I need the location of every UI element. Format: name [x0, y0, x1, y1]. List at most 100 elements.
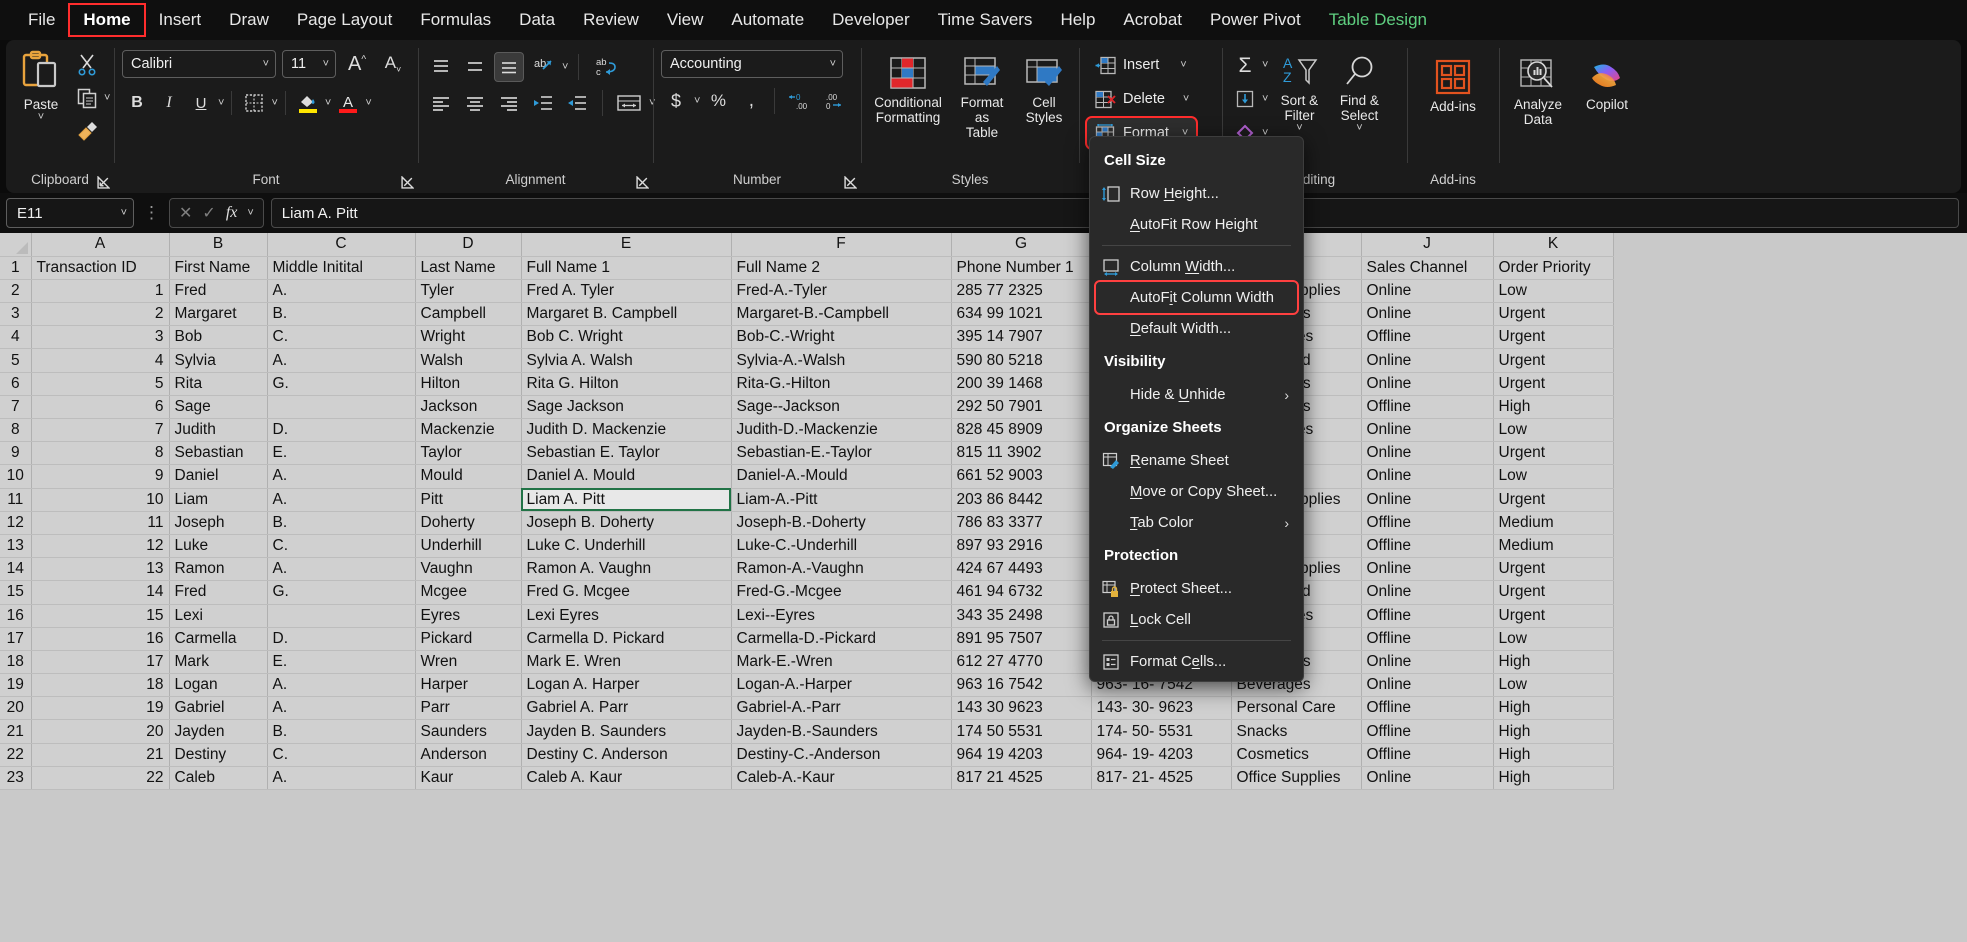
borders-chevron-down-icon[interactable]: ˅ — [271, 98, 277, 109]
cell-K23[interactable]: High — [1493, 766, 1613, 789]
column-header-B[interactable]: B — [169, 233, 267, 256]
italic-button[interactable]: I — [154, 88, 184, 118]
cell-G21[interactable]: 174 50 5531 — [951, 720, 1091, 743]
cell-B8[interactable]: Judith — [169, 419, 267, 442]
paste-chevron-down-icon[interactable]: ˅ — [38, 112, 44, 123]
find-select-chevron-down-icon[interactable]: ˅ — [1356, 123, 1362, 134]
font-color-chevron-down-icon[interactable]: ˅ — [365, 98, 371, 109]
menu-item-default-width[interactable]: Default Width... — [1090, 313, 1303, 344]
alignment-dialog-launcher-icon[interactable] — [636, 176, 649, 189]
cell-E17[interactable]: Carmella D. Pickard — [521, 627, 731, 650]
number-format-combobox[interactable]: Accounting ˅ — [661, 50, 843, 78]
cell-A7[interactable]: 6 — [31, 395, 169, 418]
cell-D11[interactable]: Pitt — [415, 488, 521, 511]
cell-B10[interactable]: Daniel — [169, 465, 267, 488]
cell-C3[interactable]: B. — [267, 303, 415, 326]
cell-B16[interactable]: Lexi — [169, 604, 267, 627]
cell-J9[interactable]: Online — [1361, 442, 1493, 465]
cell-D4[interactable]: Wright — [415, 326, 521, 349]
cell-J17[interactable]: Offline — [1361, 627, 1493, 650]
ribbon-tab-automate[interactable]: Automate — [717, 4, 818, 36]
find-and-select-button[interactable]: Find & Select ˅ — [1330, 50, 1388, 138]
cell-B11[interactable]: Liam — [169, 488, 267, 511]
cell-J10[interactable]: Online — [1361, 465, 1493, 488]
cell-B22[interactable]: Destiny — [169, 743, 267, 766]
cell-F23[interactable]: Caleb-A.-Kaur — [731, 766, 951, 789]
row-header-8[interactable]: 8 — [0, 419, 31, 442]
row-header-19[interactable]: 19 — [0, 674, 31, 697]
cell-A22[interactable]: 21 — [31, 743, 169, 766]
row-header-10[interactable]: 10 — [0, 465, 31, 488]
cell-A11[interactable]: 10 — [31, 488, 169, 511]
accounting-format-button[interactable]: $ — [661, 86, 691, 116]
align-center-button[interactable] — [460, 88, 490, 118]
cell-K20[interactable]: High — [1493, 697, 1613, 720]
cell-A10[interactable]: 9 — [31, 465, 169, 488]
cell-E11[interactable]: Liam A. Pitt — [521, 488, 731, 511]
cell-C8[interactable]: D. — [267, 419, 415, 442]
wrap-text-button[interactable]: ab c — [589, 52, 623, 82]
cell-B15[interactable]: Fred — [169, 581, 267, 604]
cell-B13[interactable]: Luke — [169, 534, 267, 557]
cell-E12[interactable]: Joseph B. Doherty — [521, 511, 731, 534]
cell-A13[interactable]: 12 — [31, 534, 169, 557]
name-box[interactable]: E11 ˅ — [6, 198, 134, 228]
cell-H23[interactable]: 817- 21- 4525 — [1091, 766, 1231, 789]
cell-K22[interactable]: High — [1493, 743, 1613, 766]
cell-A16[interactable]: 15 — [31, 604, 169, 627]
font-name-combobox[interactable]: Calibri ˅ — [122, 50, 276, 78]
cell-A3[interactable]: 2 — [31, 303, 169, 326]
row-header-23[interactable]: 23 — [0, 766, 31, 789]
cell-C9[interactable]: E. — [267, 442, 415, 465]
cell-K8[interactable]: Low — [1493, 419, 1613, 442]
column-header-J[interactable]: J — [1361, 233, 1493, 256]
delete-chevron-down-icon[interactable]: ˅ — [1183, 94, 1189, 105]
cell-F9[interactable]: Sebastian-E.-Taylor — [731, 442, 951, 465]
ribbon-tab-formulas[interactable]: Formulas — [406, 4, 505, 36]
cell-D21[interactable]: Saunders — [415, 720, 521, 743]
cell-G7[interactable]: 292 50 7901 — [951, 395, 1091, 418]
enter-icon[interactable]: ✓ — [202, 203, 215, 223]
cell-K13[interactable]: Medium — [1493, 534, 1613, 557]
menu-item-format-cells[interactable]: Format Cells... — [1090, 646, 1303, 677]
cell-E16[interactable]: Lexi Eyres — [521, 604, 731, 627]
cell-A8[interactable]: 7 — [31, 419, 169, 442]
cell-D7[interactable]: Jackson — [415, 395, 521, 418]
cell-B14[interactable]: Ramon — [169, 558, 267, 581]
cell-D9[interactable]: Taylor — [415, 442, 521, 465]
clipboard-dialog-launcher-icon[interactable] — [97, 176, 110, 189]
cell-G1[interactable]: Phone Number 1 — [951, 256, 1091, 279]
row-header-20[interactable]: 20 — [0, 697, 31, 720]
cell-K14[interactable]: Urgent — [1493, 558, 1613, 581]
cell-F19[interactable]: Logan-A.-Harper — [731, 674, 951, 697]
menu-item-rename-sheet[interactable]: Rename Sheet — [1090, 445, 1303, 476]
cell-K16[interactable]: Urgent — [1493, 604, 1613, 627]
cell-G23[interactable]: 817 21 4525 — [951, 766, 1091, 789]
cell-J6[interactable]: Online — [1361, 372, 1493, 395]
cell-E15[interactable]: Fred G. Mcgee — [521, 581, 731, 604]
cell-H21[interactable]: 174- 50- 5531 — [1091, 720, 1231, 743]
format-painter-button[interactable] — [72, 116, 102, 146]
cell-E4[interactable]: Bob C. Wright — [521, 326, 731, 349]
row-header-1[interactable]: 1 — [0, 256, 31, 279]
cell-G2[interactable]: 285 77 2325 — [951, 279, 1091, 302]
sort-and-filter-button[interactable]: A Z Sort & Filter ˅ — [1270, 50, 1328, 138]
cell-E5[interactable]: Sylvia A. Walsh — [521, 349, 731, 372]
cell-B6[interactable]: Rita — [169, 372, 267, 395]
row-header-11[interactable]: 11 — [0, 488, 31, 511]
row-header-14[interactable]: 14 — [0, 558, 31, 581]
number-dialog-launcher-icon[interactable] — [844, 176, 857, 189]
row-header-18[interactable]: 18 — [0, 650, 31, 673]
cell-G9[interactable]: 815 11 3902 — [951, 442, 1091, 465]
cell-C10[interactable]: A. — [267, 465, 415, 488]
cell-J8[interactable]: Online — [1361, 419, 1493, 442]
cell-G20[interactable]: 143 30 9623 — [951, 697, 1091, 720]
cell-E1[interactable]: Full Name 1 — [521, 256, 731, 279]
menu-item-lock-cell[interactable]: Lock Cell — [1090, 604, 1303, 635]
insert-cells-button[interactable]: Insert ˅ — [1087, 50, 1195, 80]
cell-A23[interactable]: 22 — [31, 766, 169, 789]
cell-B18[interactable]: Mark — [169, 650, 267, 673]
decrease-font-size-button[interactable]: A˅ — [378, 49, 408, 79]
cell-G19[interactable]: 963 16 7542 — [951, 674, 1091, 697]
cell-G14[interactable]: 424 67 4493 — [951, 558, 1091, 581]
